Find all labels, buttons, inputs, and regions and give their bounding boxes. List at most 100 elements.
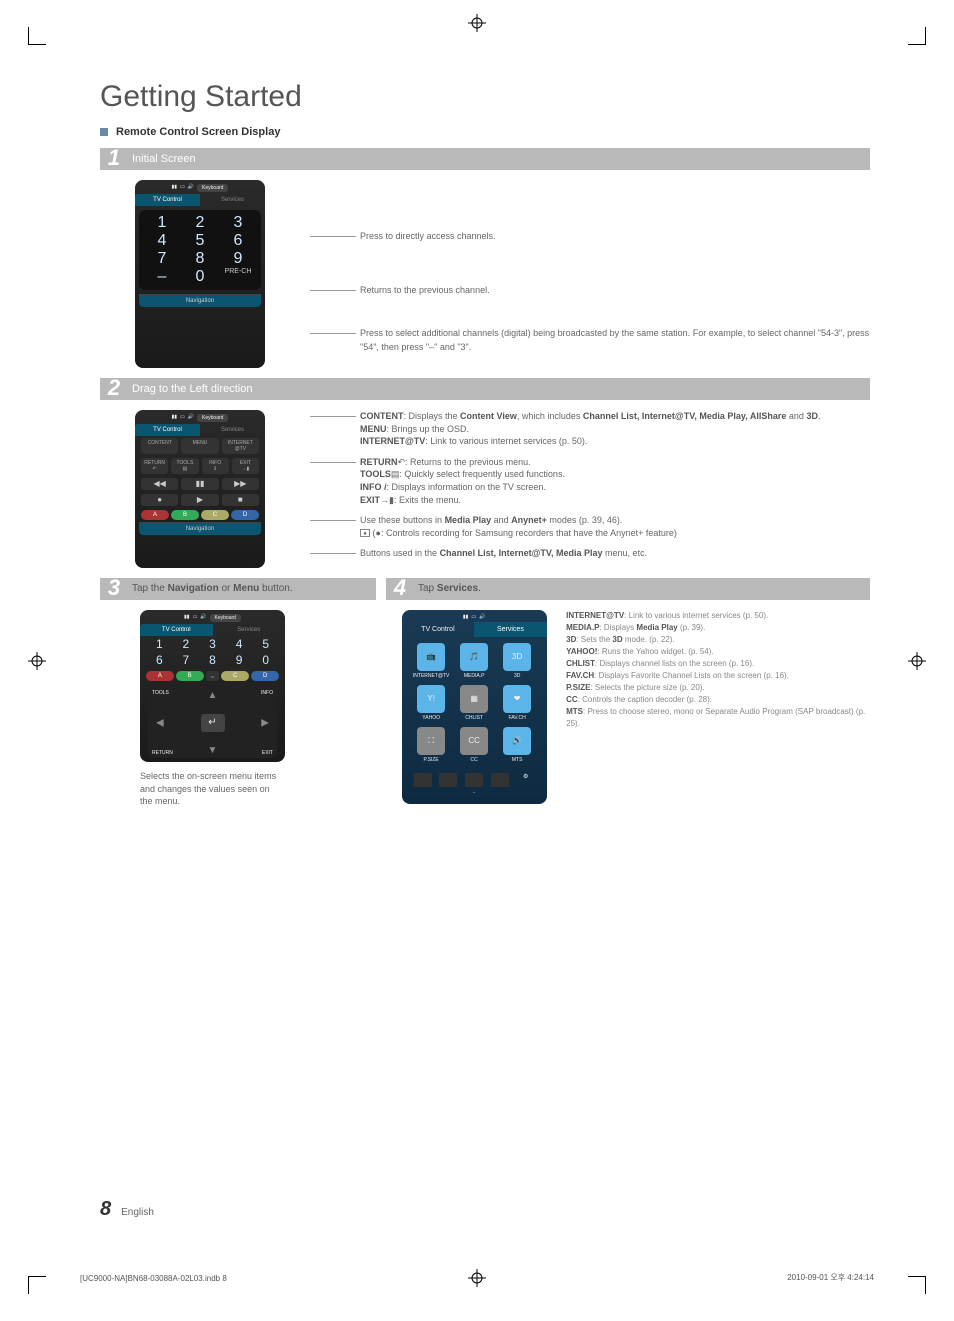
3d-label: 3D [498,673,537,679]
rewind-icon: ◀◀ [141,478,178,490]
digit-2: 2 [176,637,196,651]
callout-digits: Press to directly access channels. [360,230,870,244]
gear-icon: ⚙ [517,773,535,787]
footer-metadata-left: [UC9000-NA]BN68-03088A-02L03.indb 8 [80,1274,227,1283]
favch-label: FAV.CH [498,715,537,721]
step2-number: 2 [100,375,128,401]
bottom-icon [414,773,432,787]
remote-services-screen: ▮▮▭🔊 TV Control Services 📺INTERNET@TV 🎵M… [402,610,547,804]
keyboard-tab: Keyboard [197,414,228,422]
exit-label: EXIT [262,750,273,756]
cc-label: CC [455,757,494,763]
digit-0: 0 [256,653,276,667]
callout-group-top: CONTENT: Displays the Content View, whic… [360,410,870,448]
internet-tv-label: INTERNET@TV [412,673,451,679]
navigation-button: Navigation [139,522,261,535]
navigation-button: Navigation [139,294,261,307]
keyboard-tab: Keyboard [210,614,241,622]
digit-4: 4 [229,637,249,651]
step4-title: Tap Services. [414,583,481,594]
internet-tv-icon: 📺 [417,643,445,671]
step3-header: 3 Tap the Navigation or Menu button. [100,578,376,600]
right-arrow-icon: ▶ [261,717,269,728]
digit-7: 7 [176,653,196,667]
step4-header: 4 Tap Services. [386,578,870,600]
callout-color-buttons: Buttons used in the Channel List, Intern… [360,547,870,560]
step3-title: Tap the Navigation or Menu button. [128,583,293,594]
chlist-label: CHLIST [455,715,494,721]
record-icon: ● [141,494,178,506]
tab-tv-control: TV Control [135,424,200,436]
internet-tv-button: INTERNET @TV [222,438,259,454]
return-icon: ↶ [398,457,406,467]
digit-dash: – [147,268,177,286]
tools-button: TOOLS▤ [171,458,198,474]
language-label: English [121,1207,154,1218]
favch-icon: ❤ [503,685,531,713]
digit-9: 9 [223,250,253,268]
callout-prech: Returns to the previous channel. [360,284,870,298]
color-c-button: C [221,671,249,681]
tab-services: Services [474,622,547,637]
ffwd-icon: ▶▶ [222,478,259,490]
color-b-button: B [171,510,199,520]
color-d-button: D [231,510,259,520]
digit-6: 6 [149,653,169,667]
digit-4: 4 [147,232,177,250]
services-callouts: INTERNET@TV: Link to various internet se… [556,610,870,804]
tab-services: Services [200,424,265,436]
dpad: TOOLS INFO RETURN EXIT ▲ ▼ ◀ ▶ ↵ [148,688,277,758]
media-p-label: MEDIA.P [455,673,494,679]
tools-label: TOOLS [152,690,169,696]
yahoo-label: YAHOO [412,715,451,721]
mts-icon: 🔊 [503,727,531,755]
color-a-button: A [141,510,169,520]
callout-media: Use these buttons in Media Play and Anyn… [360,514,870,539]
digit-9: 9 [229,653,249,667]
chlist-icon: ▦ [460,685,488,713]
return-label: RETURN [152,750,173,756]
digit-5: 5 [185,232,215,250]
media-p-icon: 🎵 [460,643,488,671]
remote-dragged-screen: ▮▮▭🔊Keyboard TV Control Services CONTENT… [135,410,265,568]
record-box-icon: ● [360,529,370,537]
tab-tv-control: TV Control [135,194,200,206]
psize-label: P.SIZE [412,757,451,763]
digit-8: 8 [202,653,222,667]
play-icon: ▶ [181,494,218,506]
digit-0: 0 [185,268,215,286]
info-label: INFO [261,690,273,696]
tab-services: Services [200,194,265,206]
stop-icon: ■ [222,494,259,506]
digit-3: 3 [202,637,222,651]
step1-title: Initial Screen [128,153,196,165]
registration-mark-icon [468,1269,486,1287]
up-arrow-icon: ▲ [208,690,218,701]
step2-title: Drag to the Left direction [128,383,252,395]
page-number: 8 [100,1198,111,1221]
bottom-icon [465,773,483,787]
step3-caption: Selects the on-screen menu items and cha… [140,770,280,808]
step2-header: 2 Drag to the Left direction [100,378,870,400]
callout-group-mid: RETURN↶: Returns to the previous menu. T… [360,456,870,506]
registration-mark-icon [468,14,486,32]
footer-metadata-right: 2010-09-01 오후 4:24:14 [787,1272,874,1283]
digit-1: 1 [149,637,169,651]
info-button: INFOℹ [202,458,229,474]
color-d-button: D [251,671,279,681]
pause-icon: ▮▮ [181,478,218,490]
step1-header: 1 Initial Screen [100,148,870,170]
registration-mark-icon [28,652,46,670]
color-b-button: B [176,671,204,681]
digit-8: 8 [185,250,215,268]
yahoo-icon: Y! [417,685,445,713]
enter-icon: ↵ [201,714,225,732]
digit-3: 3 [223,214,253,232]
tab-tv-control: TV Control [402,622,475,637]
left-arrow-icon: ◀ [156,717,164,728]
color-a-button: A [146,671,174,681]
section-title: Remote Control Screen Display [116,126,280,138]
menu-button: MENU [181,438,218,454]
tab-services: Services [213,624,286,636]
step4-number: 4 [386,575,414,601]
